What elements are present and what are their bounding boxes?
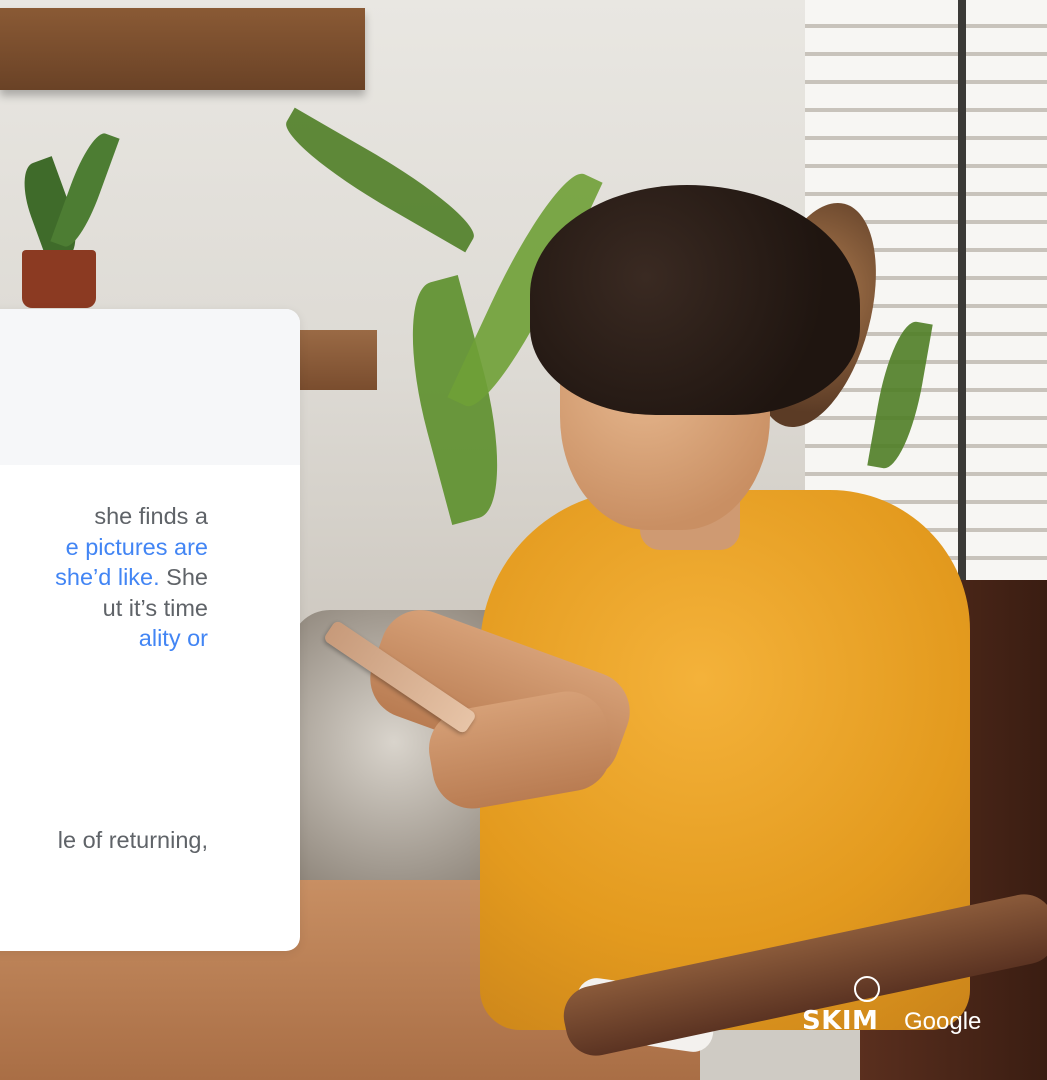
highlighted-text-line: e pictures are (65, 533, 208, 560)
text-line: she’d like. She (0, 562, 208, 593)
story-card: she finds a e pictures are she’d like. S… (0, 309, 300, 951)
card-header (0, 309, 300, 465)
skim-logo: SKIM (802, 1006, 879, 1036)
text-line: she finds a (94, 503, 208, 529)
text-line: ut it’s time (102, 594, 208, 621)
skim-circle-icon (854, 976, 880, 1002)
card-paragraph: she finds a e pictures are she’d like. S… (0, 501, 300, 654)
partner-logos: SKIM Google (802, 976, 1002, 1036)
plant-pot (22, 250, 96, 308)
highlighted-text: she’d like. (55, 564, 160, 590)
google-logo: Google (904, 1008, 982, 1035)
highlighted-text-line: ality or (138, 625, 208, 651)
card-paragraph-2: le of returning, (0, 825, 300, 856)
window-frame (958, 0, 966, 600)
wooden-shelf (0, 8, 365, 90)
text: She (159, 564, 208, 590)
wooden-shelf-lower (295, 330, 377, 390)
text-line: le of returning, (57, 827, 208, 853)
